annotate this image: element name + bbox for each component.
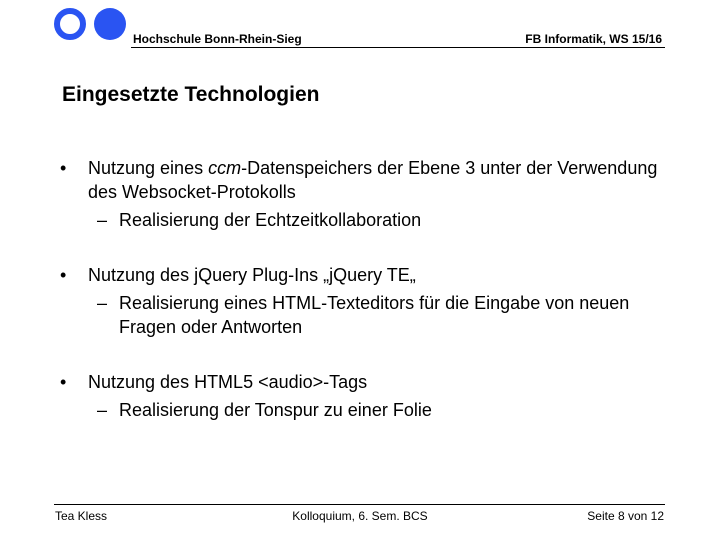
dash-icon: –	[97, 293, 108, 313]
sub-bullet-text: – Realisierung der Echtzeitkollaboration	[60, 208, 670, 232]
bullet-item: • Nutzung eines ccm-Datenspeichers der E…	[60, 156, 670, 232]
bullet-text: • Nutzung des jQuery Plug-Ins „jQuery TE…	[60, 263, 670, 287]
logo-dot-icon	[94, 8, 126, 40]
header-divider	[131, 47, 665, 48]
bullet-text: • Nutzung des HTML5 <audio>-Tags	[60, 370, 670, 394]
dash-icon: –	[97, 400, 108, 420]
bullet-text: • Nutzung eines ccm-Datenspeichers der E…	[60, 156, 670, 204]
header-institution: Hochschule Bonn-Rhein-Sieg	[133, 32, 302, 46]
bullet-list: • Nutzung eines ccm-Datenspeichers der E…	[60, 156, 670, 422]
sub-bullet-label: Realisierung der Tonspur zu einer Folie	[119, 400, 432, 420]
footer-author: Tea Kless	[55, 509, 108, 523]
bullet-label: Nutzung des jQuery Plug-Ins „jQuery TE„	[88, 265, 416, 285]
sub-bullet-text: – Realisierung der Tonspur zu einer Foli…	[60, 398, 670, 422]
sub-bullet-label: Realisierung der Echtzeitkollaboration	[119, 210, 422, 230]
footer-divider	[54, 504, 665, 505]
bullet-text-emphasis: ccm	[208, 158, 242, 178]
sub-bullet-label: Realisierung eines HTML-Texteditors für …	[119, 293, 630, 337]
university-logo	[54, 7, 130, 41]
bullet-icon: •	[60, 265, 67, 285]
logo-ring-icon	[54, 8, 86, 40]
header-course: FB Informatik, WS 15/16	[525, 32, 662, 46]
footer-page-number: Seite 8 von 12	[587, 509, 664, 523]
slide-title: Eingesetzte Technologien	[62, 83, 320, 106]
bullet-item: • Nutzung des HTML5 <audio>-Tags – Reali…	[60, 370, 670, 422]
dash-icon: –	[97, 210, 108, 230]
bullet-icon: •	[60, 372, 67, 392]
bullet-label: Nutzung des HTML5 <audio>-Tags	[88, 372, 368, 392]
bullet-text-pre: Nutzung eines	[88, 158, 209, 178]
sub-bullet-text: – Realisierung eines HTML-Texteditors fü…	[60, 291, 670, 339]
bullet-icon: •	[60, 158, 67, 178]
bullet-item: • Nutzung des jQuery Plug-Ins „jQuery TE…	[60, 263, 670, 339]
